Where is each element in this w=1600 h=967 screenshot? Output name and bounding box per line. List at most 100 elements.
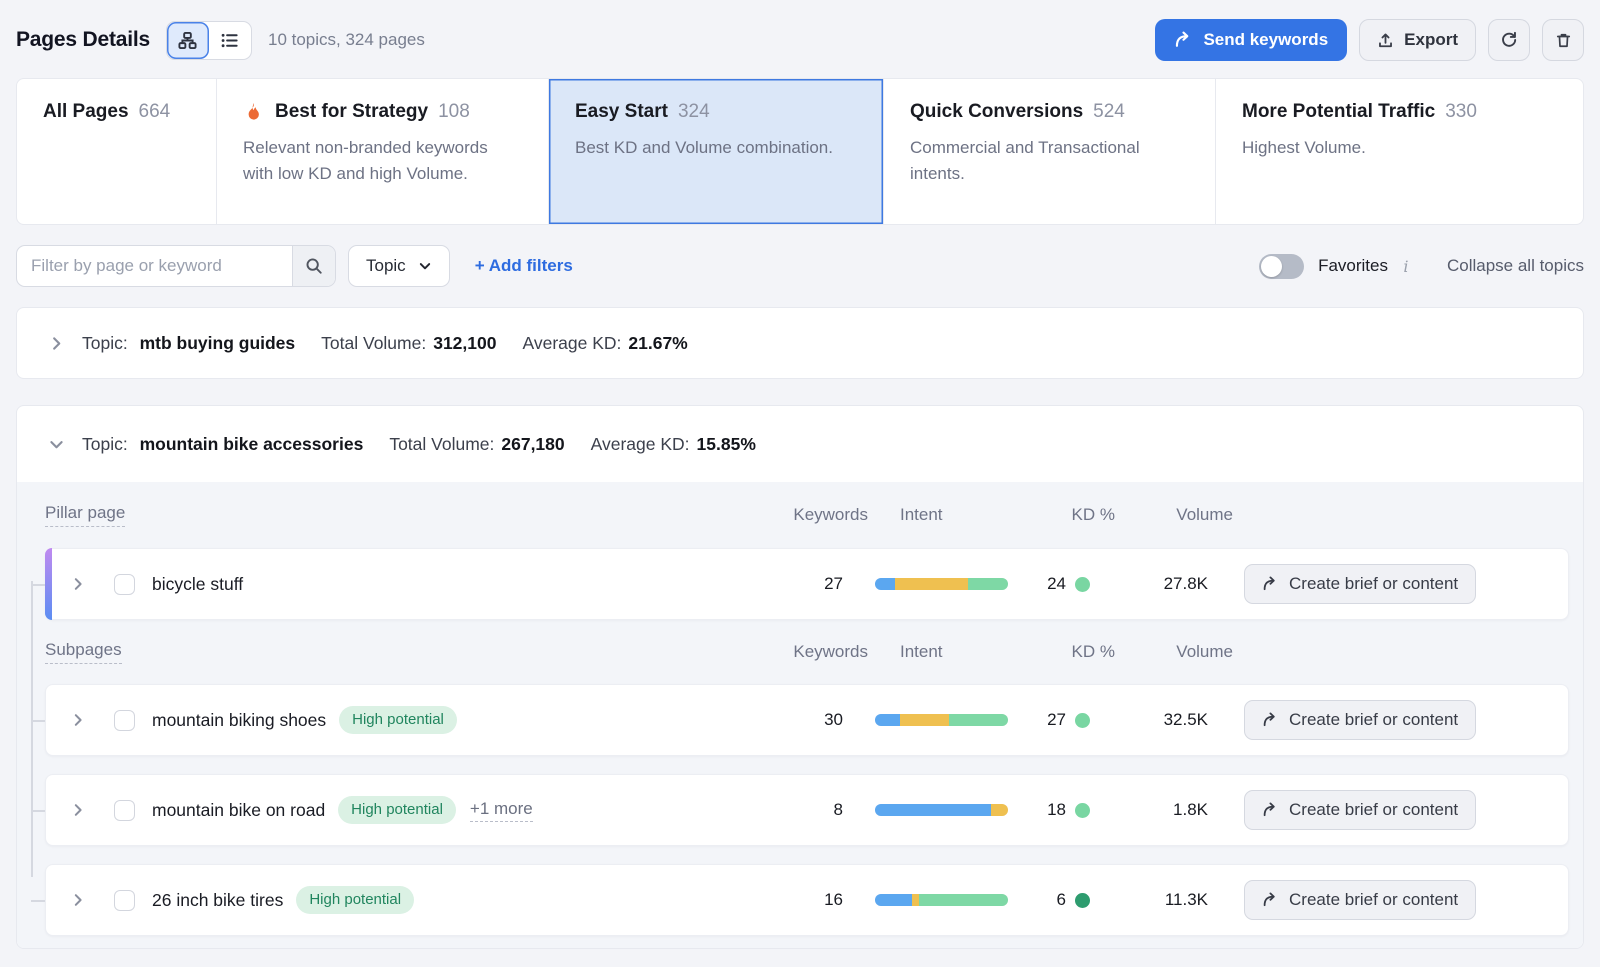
page-name[interactable]: 26 inch bike tires	[152, 890, 283, 911]
chevron-down-icon	[418, 259, 432, 273]
flame-icon	[243, 102, 264, 123]
send-arrow-icon	[1262, 802, 1278, 818]
delete-button[interactable]	[1542, 19, 1584, 61]
volume-value: 1.8K	[1090, 800, 1208, 820]
topics-pages-summary: 10 topics, 324 pages	[268, 30, 425, 50]
kd-dot	[1075, 803, 1090, 818]
keywords-count: 27	[768, 574, 843, 594]
tab-quick-conversions[interactable]: Quick Conversions524 Commercial and Tran…	[884, 79, 1216, 224]
filter-bar: Topic + Add filters Favorites Collapse a…	[16, 245, 1584, 287]
topic-header[interactable]: Topic: mountain bike accessories Total V…	[17, 406, 1583, 482]
page-name[interactable]: bicycle stuff	[152, 574, 243, 595]
favorites-label: Favorites	[1318, 256, 1388, 276]
intent-bar	[875, 714, 1008, 726]
send-arrow-icon	[1262, 576, 1278, 592]
chevron-right-icon[interactable]	[70, 892, 86, 908]
row-checkbox[interactable]	[114, 800, 135, 821]
segment-tabs: All Pages664 Best for Strategy108 Releva…	[16, 78, 1584, 225]
high-potential-badge: High potential	[339, 706, 457, 734]
toggle-knob	[1261, 256, 1282, 277]
search-input[interactable]	[17, 246, 292, 286]
column-kd: KD %	[1033, 505, 1115, 525]
refresh-button[interactable]	[1488, 19, 1530, 61]
kd-value: 18	[1047, 800, 1066, 820]
list-view-button[interactable]	[209, 22, 251, 59]
search-box	[16, 245, 336, 287]
chevron-right-icon[interactable]	[70, 576, 86, 592]
subpage-row: mountain biking shoes High potential 30 …	[45, 684, 1569, 756]
column-volume: Volume	[1115, 505, 1233, 525]
pillar-page-row: bicycle stuff 27 24 27.8K Create brief o…	[45, 548, 1569, 620]
keywords-count: 30	[768, 710, 843, 730]
add-filters-link[interactable]: + Add filters	[475, 256, 573, 276]
mindmap-view-button[interactable]	[167, 22, 209, 59]
topic-header[interactable]: Topic: mtb buying guides Total Volume:31…	[17, 308, 1583, 378]
info-icon[interactable]	[1399, 257, 1413, 276]
chevron-right-icon[interactable]	[70, 802, 86, 818]
column-keywords: Keywords	[793, 642, 868, 662]
topic-meta: Topic: mtb buying guides Total Volume:31…	[82, 333, 714, 354]
topic-meta: Topic: mountain bike accessories Total V…	[82, 434, 782, 455]
more-badges-link[interactable]: +1 more	[470, 799, 533, 822]
search-button[interactable]	[292, 246, 335, 286]
sitemap-icon	[178, 31, 197, 50]
page-name[interactable]: mountain bike on road	[152, 800, 325, 821]
intent-bar	[875, 804, 1008, 816]
filter-bar-right: Favorites Collapse all topics	[1259, 254, 1584, 279]
view-mode-toggle	[166, 21, 252, 60]
tree-connector	[31, 581, 33, 877]
keywords-count: 16	[768, 890, 843, 910]
send-keywords-button[interactable]: Send keywords	[1155, 19, 1347, 61]
volume-value: 27.8K	[1090, 574, 1208, 594]
tab-best-for-strategy[interactable]: Best for Strategy108 Relevant non-brande…	[217, 79, 549, 224]
create-brief-button[interactable]: Create brief or content	[1244, 564, 1476, 604]
row-checkbox[interactable]	[114, 890, 135, 911]
topic-card-mountain-bike-accessories: Topic: mountain bike accessories Total V…	[16, 405, 1584, 949]
trash-icon	[1555, 32, 1572, 49]
topic-card-mtb-buying-guides: Topic: mtb buying guides Total Volume:31…	[16, 307, 1584, 379]
topic-body: Pillar page Keywords Intent KD % Volume …	[17, 482, 1583, 948]
kd-value: 24	[1047, 574, 1066, 594]
pillar-page-label[interactable]: Pillar page	[45, 503, 125, 527]
refresh-icon	[1500, 31, 1518, 49]
subpage-row: mountain bike on road High potential +1 …	[45, 774, 1569, 846]
search-icon	[305, 257, 323, 275]
tab-easy-start[interactable]: Easy Start324 Best KD and Volume combina…	[549, 79, 884, 224]
chevron-right-icon[interactable]	[70, 712, 86, 728]
header-actions: Send keywords Export	[1155, 19, 1584, 61]
subpages-column-headers: Subpages Keywords Intent KD % Volume	[45, 620, 1569, 684]
row-checkbox[interactable]	[114, 710, 135, 731]
page-name[interactable]: mountain biking shoes	[152, 710, 326, 731]
row-checkbox[interactable]	[114, 574, 135, 595]
pillar-column-headers: Pillar page Keywords Intent KD % Volume	[45, 482, 1569, 548]
collapse-all-topics-link[interactable]: Collapse all topics	[1447, 256, 1584, 276]
subpages-label[interactable]: Subpages	[45, 640, 122, 664]
create-brief-button[interactable]: Create brief or content	[1244, 880, 1476, 920]
kd-dot	[1075, 577, 1090, 592]
volume-value: 32.5K	[1090, 710, 1208, 730]
keywords-count: 8	[768, 800, 843, 820]
export-button[interactable]: Export	[1359, 19, 1476, 61]
send-arrow-icon	[1174, 31, 1192, 49]
kd-value: 27	[1047, 710, 1066, 730]
column-intent: Intent	[900, 505, 1033, 525]
favorites-toggle[interactable]	[1259, 254, 1304, 279]
high-potential-badge: High potential	[296, 886, 414, 914]
topic-filter-dropdown[interactable]: Topic	[348, 245, 450, 287]
intent-bar	[875, 578, 1008, 590]
column-kd: KD %	[1033, 642, 1115, 662]
list-icon	[220, 31, 239, 50]
volume-value: 11.3K	[1090, 890, 1208, 910]
column-volume: Volume	[1115, 642, 1233, 662]
create-brief-button[interactable]: Create brief or content	[1244, 700, 1476, 740]
tab-all-pages[interactable]: All Pages664	[17, 79, 217, 224]
create-brief-button[interactable]: Create brief or content	[1244, 790, 1476, 830]
page-header: Pages Details 10 topics, 324 pages	[0, 0, 1600, 78]
tab-more-potential-traffic[interactable]: More Potential Traffic330 Highest Volume…	[1216, 79, 1583, 224]
column-keywords: Keywords	[793, 505, 868, 525]
chevron-right-icon	[48, 335, 65, 352]
send-arrow-icon	[1262, 892, 1278, 908]
page-title: Pages Details	[16, 28, 150, 52]
chevron-down-icon	[48, 436, 65, 453]
subpage-row: 26 inch bike tires High potential 16 6 1…	[45, 864, 1569, 936]
